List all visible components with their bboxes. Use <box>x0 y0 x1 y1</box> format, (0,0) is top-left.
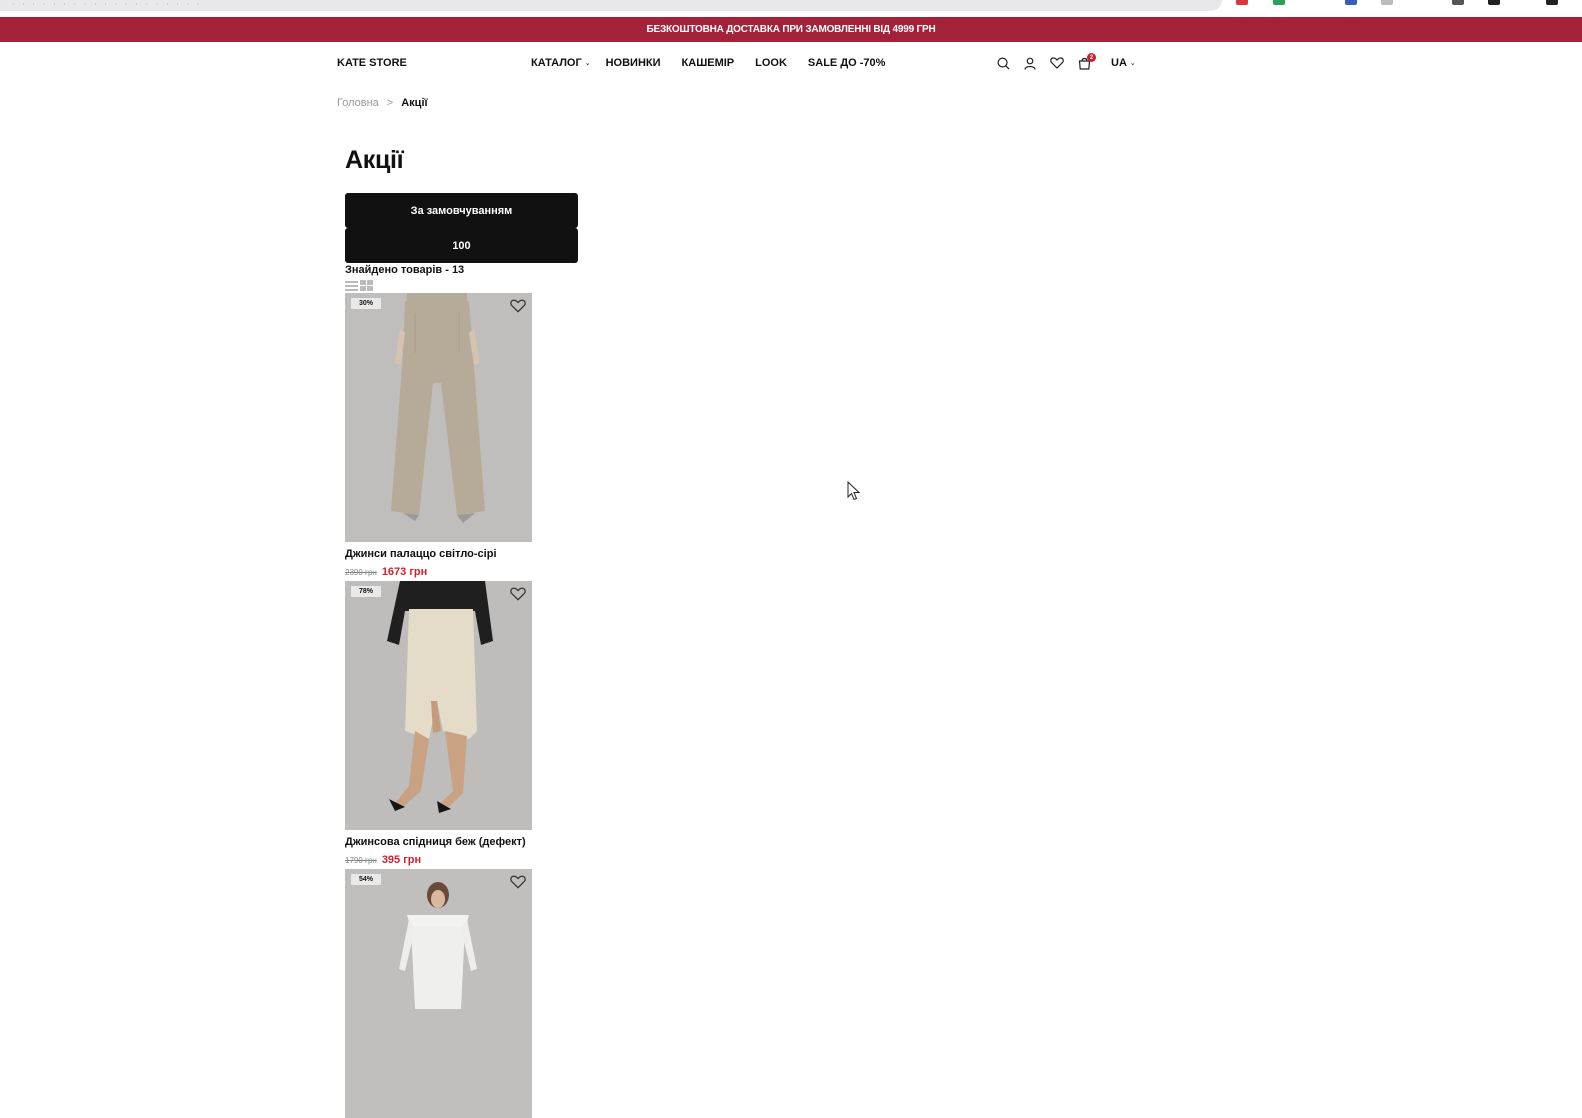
address-text-fragment: · · · · · · · · · · · · · · · · · · · <box>12 1 203 8</box>
per-page-select[interactable]: 100 <box>345 228 578 263</box>
sale-price: 395 грн <box>381 854 422 866</box>
product-prices: 2390 грн 1673 грн <box>345 566 532 578</box>
old-price: 2390 грн <box>345 568 377 577</box>
extension-icon[interactable] <box>1488 0 1500 5</box>
product-card[interactable]: 54% <box>345 869 532 1118</box>
nav-item-new[interactable]: НОВИНКИ <box>606 57 661 69</box>
cart-icon[interactable]: 2 <box>1076 53 1096 71</box>
nav-label: НОВИНКИ <box>605 57 661 69</box>
extension-icon[interactable] <box>1236 0 1248 5</box>
promo-text: БЕЗКОШТОВНА ДОСТАВКА ПРИ ЗАМОВЛЕННІ ВІД … <box>646 24 936 35</box>
wishlist-heart-icon[interactable] <box>510 299 526 313</box>
wishlist-heart-icon[interactable] <box>510 875 526 889</box>
extension-icon[interactable] <box>1345 0 1357 5</box>
chevron-down-icon: ⌄ <box>584 60 591 67</box>
product-card[interactable]: 30% Джинси палаццо світло-сірі 2390 грн … <box>345 293 532 578</box>
main-nav: КАТАЛОГ ⌄ НОВИНКИ КАШЕМІР LOOK SALE ДО -… <box>531 57 885 69</box>
header-actions: 2 <box>995 53 1096 71</box>
promo-banner: БЕЗКОШТОВНА ДОСТАВКА ПРИ ЗАМОВЛЕННІ ВІД … <box>0 17 1582 42</box>
page-title: Акції <box>345 146 404 174</box>
extension-icon[interactable] <box>1381 0 1393 5</box>
product-name[interactable]: Джинси палаццо світло-сірі <box>345 548 532 560</box>
discount-badge: 30% <box>351 298 381 309</box>
product-photo-dress <box>345 869 532 1118</box>
breadcrumb: Головна > Акції <box>337 97 428 109</box>
sort-select-value: За замовчуванням <box>410 204 513 217</box>
product-image[interactable]: 78% <box>345 581 532 830</box>
nav-label: SALE ДО -70% <box>807 57 886 69</box>
nav-item-sale[interactable]: SALE ДО -70% <box>808 57 886 69</box>
search-icon[interactable] <box>995 55 1011 71</box>
found-count: Знайдено товарів - 13 <box>345 264 465 276</box>
product-image[interactable]: 30% <box>345 293 532 542</box>
product-photo-skirt <box>345 581 532 830</box>
nav-item-look[interactable]: LOOK <box>755 57 787 69</box>
store-logo[interactable]: KATE STORE <box>337 57 407 69</box>
extension-icon[interactable] <box>1546 0 1558 5</box>
old-price: 1790 грн <box>345 856 377 865</box>
product-photo-jeans <box>345 293 532 542</box>
language-label: UA <box>1111 57 1127 69</box>
product-name[interactable]: Джинсова спідниця беж (дефект) <box>345 836 532 848</box>
user-icon[interactable] <box>1022 55 1038 71</box>
browser-toolbar: · · · · · · · · · · · · · · · · · · · <box>0 0 1582 18</box>
nav-item-cashmere[interactable]: КАШЕМІР <box>682 57 735 69</box>
product-prices: 1790 грн 395 грн <box>345 854 532 866</box>
heart-icon[interactable] <box>1049 55 1065 71</box>
language-selector[interactable]: UA ⌄ <box>1111 57 1136 69</box>
breadcrumb-current: Акції <box>401 97 428 109</box>
address-bar[interactable]: · · · · · · · · · · · · · · · · · · · <box>0 0 1222 11</box>
grid-view-icon[interactable] <box>360 280 373 291</box>
discount-badge: 78% <box>351 586 381 597</box>
breadcrumb-home[interactable]: Головна <box>337 97 379 109</box>
product-image[interactable]: 54% <box>345 869 532 1118</box>
discount-badge: 54% <box>351 874 381 885</box>
nav-label: LOOK <box>755 57 787 69</box>
nav-label: КАШЕМІР <box>681 57 735 69</box>
nav-item-catalog[interactable]: КАТАЛОГ ⌄ <box>531 57 591 69</box>
extension-icon[interactable] <box>1273 0 1285 5</box>
nav-label: КАТАЛОГ <box>531 57 582 69</box>
sale-price: 1673 грн <box>381 566 428 578</box>
extension-icon[interactable] <box>1452 0 1464 5</box>
wishlist-heart-icon[interactable] <box>510 587 526 601</box>
breadcrumb-separator: > <box>386 97 394 109</box>
mouse-cursor-icon <box>847 481 861 501</box>
list-view-icon[interactable] <box>345 280 358 291</box>
sort-select[interactable]: За замовчуванням <box>345 193 578 228</box>
product-card[interactable]: 78% Джинсова спідниця беж (дефект) 1790 … <box>345 581 532 866</box>
cart-count-badge: 2 <box>1087 53 1096 62</box>
per-page-select-value: 100 <box>452 239 471 252</box>
view-toggle <box>345 280 373 291</box>
chevron-down-icon: ⌄ <box>1129 60 1136 67</box>
